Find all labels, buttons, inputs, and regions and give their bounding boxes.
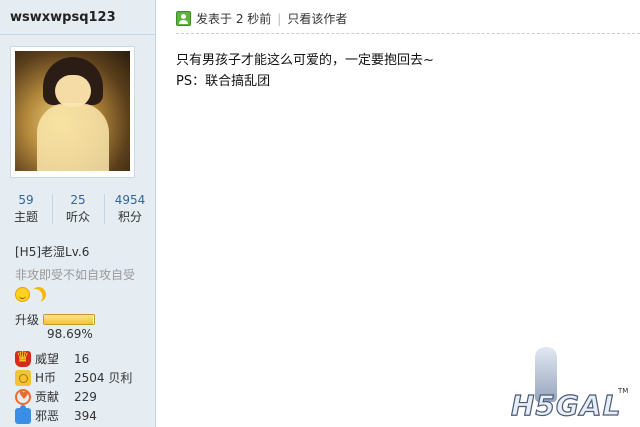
online-user-icon [176, 11, 191, 26]
stat-value[interactable]: 4954 [104, 192, 156, 208]
heart-icon [15, 388, 31, 405]
upgrade-progress-track [43, 314, 96, 325]
prop-evil: 邪恶 394 [15, 404, 132, 425]
post-header: 发表于 2 秒前 | 只看该作者 [176, 10, 347, 27]
upgrade-label: 升级 [15, 313, 40, 327]
upgrade-progress: 升级 [15, 311, 96, 328]
site-watermark: H5GAL TM [505, 345, 635, 425]
avatar-body [37, 103, 109, 171]
upgrade-progress-fill [44, 315, 94, 324]
moon-medal-icon[interactable] [28, 284, 48, 304]
stat-points[interactable]: 4954 积分 [104, 192, 156, 226]
prop-value: 2504 贝利 [74, 371, 133, 385]
post-time: 发表于 2 秒前 [196, 12, 272, 26]
prop-value: 16 [74, 351, 90, 366]
prop-prestige: 威望 16 [15, 348, 132, 368]
separator: | [277, 11, 282, 26]
avatar[interactable] [15, 51, 130, 171]
post-line: 只有男孩子才能这么可爱的，一定要抱回去~ [176, 53, 434, 68]
watermark-tm: TM [618, 387, 629, 395]
prop-value: 229 [74, 389, 97, 404]
medal-list [15, 287, 46, 302]
post-header-divider [176, 33, 640, 34]
prop-name: 邪恶 [35, 409, 60, 423]
avatar-frame[interactable] [10, 46, 135, 178]
user-motto: 非攻即受不如自攻自受 [15, 268, 136, 282]
stat-followers[interactable]: 25 听众 [52, 192, 104, 226]
coin-icon [15, 369, 31, 386]
smile-medal-icon[interactable] [15, 287, 30, 302]
crown-icon [15, 348, 31, 367]
stat-value[interactable]: 59 [0, 192, 52, 208]
stat-label: 主题 [13, 210, 38, 224]
author-only-link[interactable]: 只看该作者 [287, 10, 347, 27]
sidebar-divider [0, 34, 156, 35]
prop-name: H币 [35, 371, 57, 385]
prop-name: 威望 [35, 352, 60, 366]
author-sidebar: wswxwpsq123 59 主题 25 听众 4954 积分 [H5]老湿Lv… [0, 0, 156, 427]
stat-label: 积分 [117, 210, 142, 224]
user-stats: 59 主题 25 听众 4954 积分 [0, 192, 156, 226]
prop-contribution: 贡献 229 [15, 387, 132, 406]
post-content: 只有男孩子才能这么可爱的，一定要抱回去~ PS：联合搞乱团 [176, 50, 434, 92]
username-link[interactable]: wswxwpsq123 [10, 10, 116, 25]
user-level[interactable]: [H5]老湿Lv.6 [15, 243, 89, 260]
watermark-logo-text: H5GAL [510, 388, 622, 422]
prop-hcoin: H币 2504 贝利 [15, 368, 132, 387]
stat-value[interactable]: 25 [52, 192, 104, 208]
prop-name: 贡献 [35, 390, 60, 404]
user-properties: 威望 16 H币 2504 贝利 贡献 229 邪恶 394 [15, 348, 132, 425]
post-line: PS：联合搞乱团 [176, 74, 271, 89]
stat-label: 听众 [65, 210, 90, 224]
puzzle-icon [15, 404, 31, 424]
prop-value: 394 [74, 408, 97, 423]
upgrade-percent: 98.69% [47, 327, 93, 341]
stat-topics[interactable]: 59 主题 [0, 192, 52, 226]
